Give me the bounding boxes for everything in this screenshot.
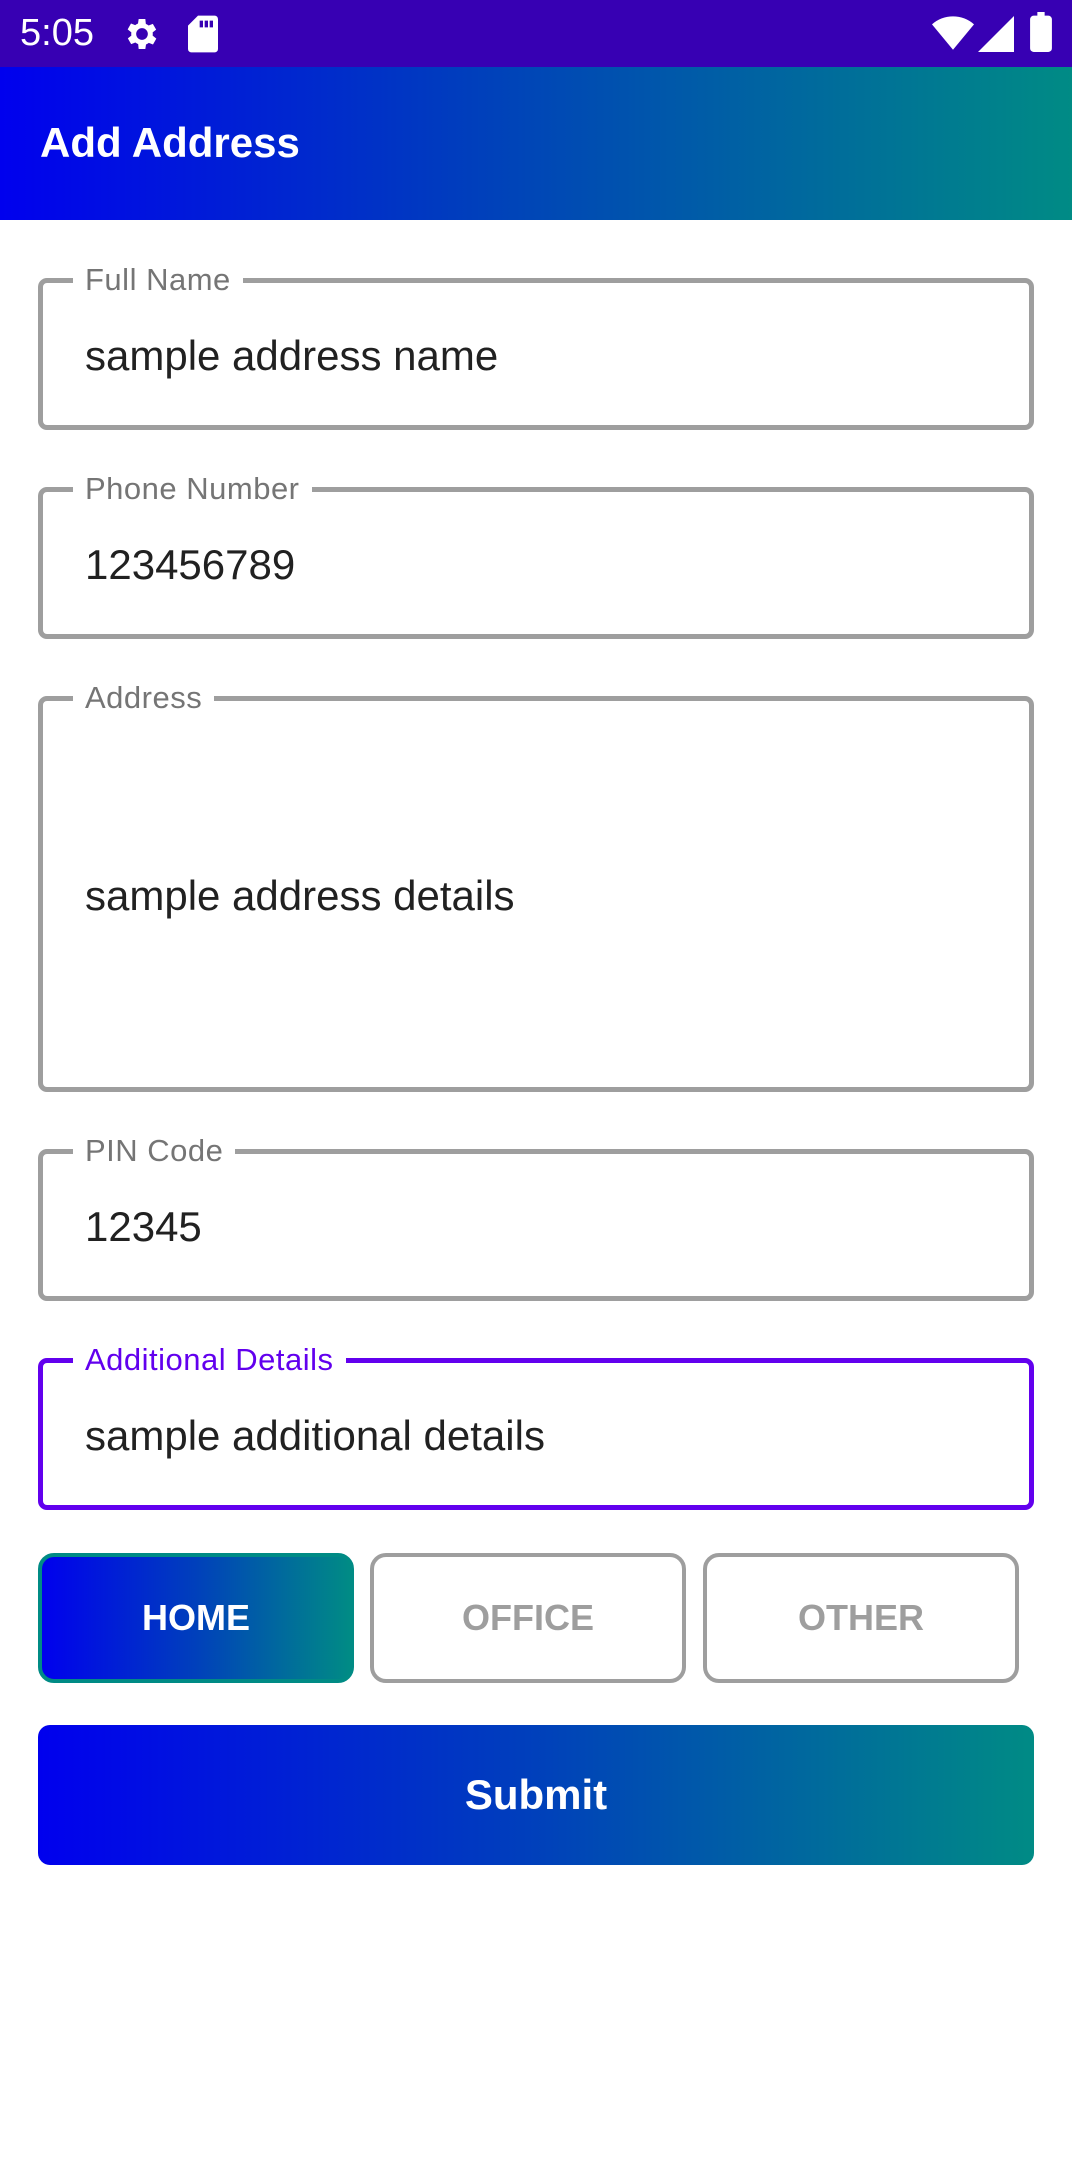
pin-code-input[interactable]: 12345 (85, 1202, 202, 1252)
home-type-button[interactable]: HOME (38, 1553, 354, 1683)
additional-details-input[interactable]: sample additional details (85, 1411, 545, 1461)
pin-code-label: PIN Code (73, 1132, 236, 1170)
status-bar: 5:05 (0, 0, 1072, 67)
pin-code-field[interactable]: PIN Code 12345 (38, 1132, 1034, 1301)
page-title: Add Address (40, 119, 300, 166)
status-time: 5:05 (20, 12, 94, 54)
address-label: Address (73, 679, 215, 717)
office-type-button[interactable]: OFFICE (370, 1553, 686, 1683)
submit-button[interactable]: Submit (38, 1725, 1034, 1865)
additional-details-label: Additional Details (73, 1341, 346, 1379)
wifi-icon (932, 16, 974, 57)
address-input[interactable]: sample address details (85, 871, 515, 921)
gear-icon (122, 14, 162, 59)
full-name-label: Full Name (73, 261, 243, 299)
full-name-field[interactable]: Full Name sample address name (38, 261, 1034, 430)
other-type-button[interactable]: OTHER (703, 1553, 1019, 1683)
additional-details-field[interactable]: Additional Details sample additional det… (38, 1341, 1034, 1510)
sd-card-icon (186, 14, 220, 59)
full-name-input[interactable]: sample address name (85, 331, 498, 381)
battery-icon (1030, 12, 1052, 57)
phone-number-label: Phone Number (73, 470, 312, 508)
phone-number-input[interactable]: 123456789 (85, 540, 295, 590)
cellular-signal-icon (978, 16, 1014, 57)
address-field[interactable]: Address sample address details (38, 679, 1034, 1092)
app-bar: Add Address (0, 67, 1072, 220)
phone-number-field[interactable]: Phone Number 123456789 (38, 470, 1034, 639)
